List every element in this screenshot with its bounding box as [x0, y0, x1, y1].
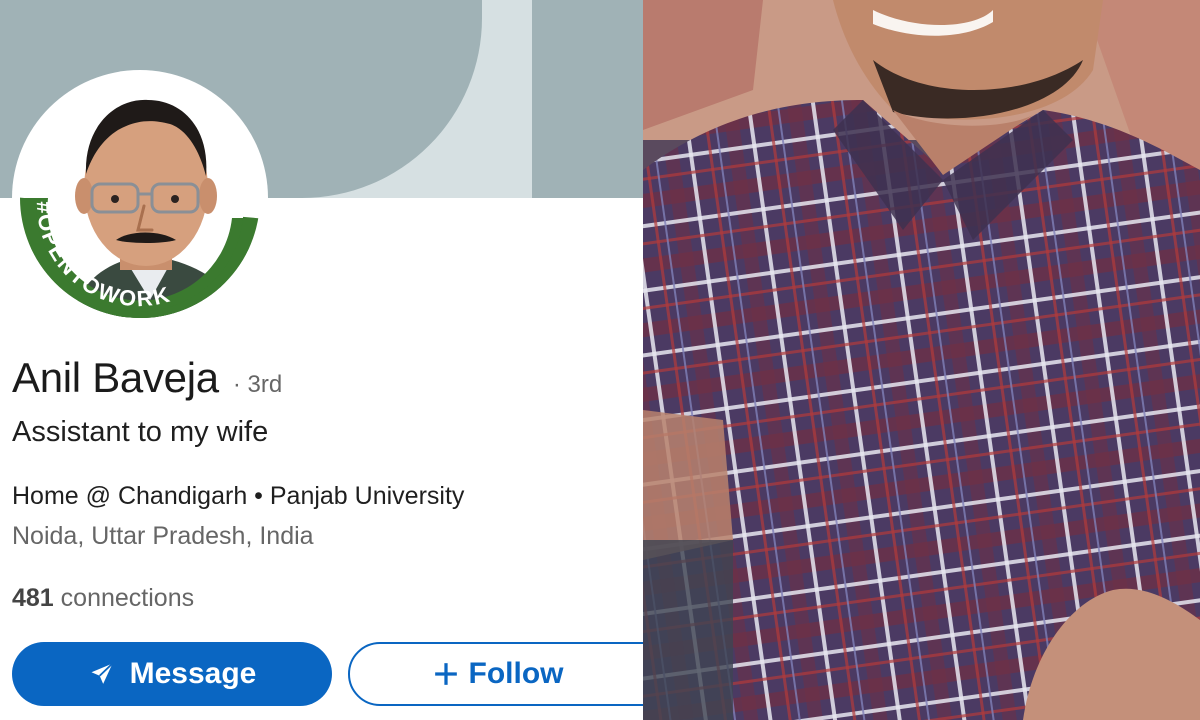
profile-education[interactable]: Home @ Chandigarh • Panjab University	[12, 482, 464, 511]
avatar-frame[interactable]: #OPENTOWORK	[12, 70, 268, 326]
avatar-portrait: #OPENTOWORK	[20, 78, 260, 318]
banner-shape	[532, 0, 643, 198]
connection-degree: · 3rd	[232, 371, 283, 398]
follow-button[interactable]: Follow	[348, 642, 643, 706]
profile-name: Anil Baveja	[12, 354, 219, 401]
name-row: Anil Baveja · 3rd	[12, 354, 282, 402]
connections-number: 481	[12, 584, 54, 612]
follow-button-label: Follow	[468, 657, 564, 690]
avatar[interactable]: #OPENTOWORK	[20, 78, 260, 318]
profile-headline: Assistant to my wife	[12, 416, 269, 448]
paper-plane-icon	[88, 660, 116, 688]
connections-label: connections	[60, 584, 195, 612]
message-button-label: Message	[129, 657, 257, 690]
plaid-shirt-photo	[643, 0, 1200, 720]
profile-card: #OPENTOWORK Anil Baveja · 3rd Assistant …	[0, 0, 643, 720]
profile-location: Noida, Uttar Pradesh, India	[12, 522, 314, 550]
connections-count[interactable]: 481 connections	[12, 584, 194, 613]
plus-icon	[433, 661, 459, 687]
person-photo	[643, 0, 1200, 720]
message-button[interactable]: Message	[12, 642, 332, 706]
